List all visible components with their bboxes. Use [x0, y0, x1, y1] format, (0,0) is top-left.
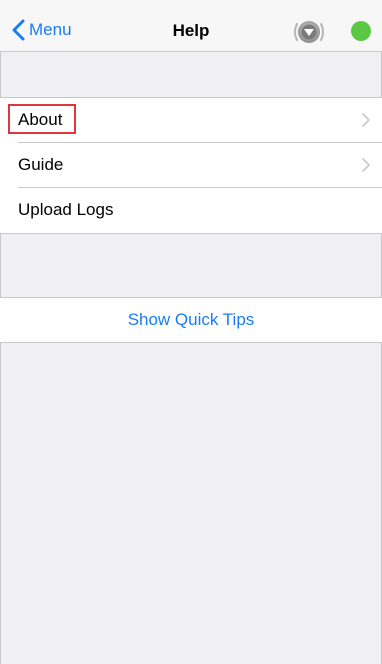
list-item-upload-logs[interactable]: Upload Logs — [0, 188, 382, 233]
navigation-bar: Menu Help — [0, 0, 382, 52]
list-item-guide[interactable]: Guide — [0, 143, 382, 188]
quick-tips-section: Show Quick Tips — [0, 297, 382, 343]
help-screen: Menu Help About Guide Upload Logs Show Q… — [0, 0, 382, 664]
list-item-about[interactable]: About — [0, 98, 382, 143]
chevron-right-icon — [362, 158, 370, 172]
chevron-right-icon — [362, 113, 370, 127]
speaker-device-icon[interactable] — [292, 18, 326, 46]
connection-status-indicator — [351, 21, 371, 41]
help-options-list: About Guide Upload Logs — [0, 97, 382, 234]
upload-logs-label: Upload Logs — [18, 200, 114, 219]
guide-label: Guide — [18, 155, 64, 174]
show-quick-tips-button[interactable]: Show Quick Tips — [0, 298, 382, 342]
about-label: About — [18, 110, 63, 129]
